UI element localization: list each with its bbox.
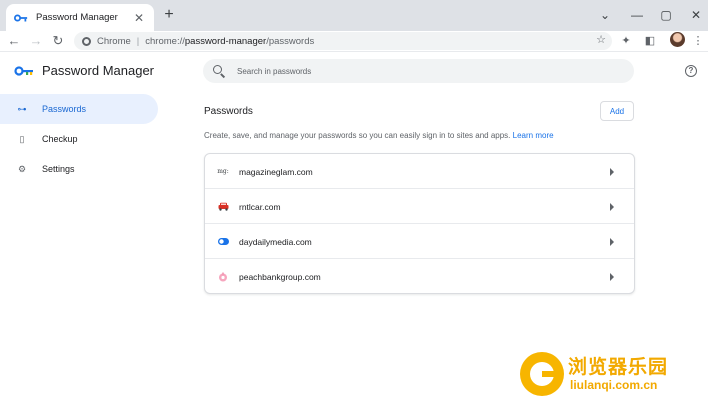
sidebar-item-label: Settings <box>42 164 75 174</box>
watermark-logo-icon <box>520 352 564 396</box>
menu-icon[interactable]: ⋮ <box>690 33 706 49</box>
url-scheme: chrome:// <box>145 35 185 47</box>
page-title: Password Manager <box>42 63 154 78</box>
sidebar-item-settings[interactable]: ⚙ Settings <box>0 154 158 184</box>
description: Create, save, and manage your passwords … <box>204 131 554 140</box>
bookmark-star-icon[interactable]: ☆ <box>596 33 606 46</box>
mg-favicon-icon: mg: <box>217 168 229 175</box>
minimize-button[interactable]: — <box>628 6 646 24</box>
list-item[interactable]: daydailymedia.com <box>205 224 634 259</box>
new-tab-button[interactable]: + <box>160 6 178 24</box>
gear-icon: ⚙ <box>17 163 27 174</box>
omnibox-url: chrome://password-manager/passwords <box>145 36 314 47</box>
extensions-icon[interactable]: ✦ <box>618 33 634 49</box>
maximize-button[interactable]: ▢ <box>657 6 675 24</box>
search-icon <box>213 65 225 77</box>
list-item[interactable]: rntlcar.com <box>205 189 634 224</box>
list-item[interactable]: peachbankgroup.com <box>205 259 634 294</box>
toggle-favicon-icon <box>217 236 229 248</box>
tab-strip: Password Manager ✕ + ⌄ — ▢ ✕ <box>0 0 708 31</box>
toolbar-divider <box>0 51 708 52</box>
address-bar[interactable]: Chrome | chrome://password-manager/passw… <box>74 32 612 50</box>
watermark: 浏览器乐园 liulanqi.com.cn <box>520 350 708 399</box>
key-icon: ⊶ <box>17 103 27 114</box>
add-password-button[interactable]: Add <box>600 101 634 121</box>
url-host: password-manager <box>184 35 267 47</box>
browser-toolbar: ← → ↻ Chrome | chrome://password-manager… <box>0 31 708 51</box>
side-panel-icon[interactable]: ◧ <box>642 33 658 49</box>
url-path: /passwords <box>266 35 315 47</box>
sidebar-item-checkup[interactable]: ▯ Checkup <box>0 124 158 154</box>
site-name: peachbankgroup.com <box>239 271 321 282</box>
description-text: Create, save, and manage your passwords … <box>204 131 511 140</box>
peach-favicon-icon <box>217 271 229 283</box>
site-name: rntlcar.com <box>239 201 281 212</box>
tab-password-manager[interactable]: Password Manager ✕ <box>6 4 154 31</box>
tab-search-icon[interactable]: ⌄ <box>596 6 614 24</box>
car-favicon-icon <box>217 201 229 213</box>
sidebar-item-passwords[interactable]: ⊶ Passwords <box>0 94 158 124</box>
reload-button[interactable]: ↻ <box>50 33 66 49</box>
password-manager-logo-icon <box>14 66 33 76</box>
site-name: magazineglam.com <box>239 166 313 177</box>
back-button[interactable]: ← <box>6 33 22 49</box>
avatar[interactable] <box>670 32 685 47</box>
sidebar-item-label: Checkup <box>42 134 78 144</box>
chevron-right-icon[interactable] <box>610 167 614 176</box>
checkup-icon: ▯ <box>19 133 25 144</box>
watermark-en: liulanqi.com.cn <box>570 378 658 392</box>
chevron-right-icon[interactable] <box>610 237 614 246</box>
search-input[interactable] <box>237 66 617 76</box>
forward-button[interactable]: → <box>28 33 44 49</box>
chrome-icon <box>82 36 91 46</box>
chevron-right-icon[interactable] <box>610 202 614 211</box>
sidebar-item-label: Passwords <box>42 104 87 114</box>
close-window-button[interactable]: ✕ <box>687 6 705 24</box>
tab-title: Password Manager <box>36 12 118 23</box>
section-title: Passwords <box>204 106 253 117</box>
omnibox-chrome-label: Chrome <box>97 35 131 47</box>
learn-more-link[interactable]: Learn more <box>513 131 554 140</box>
password-list: mg: magazineglam.com rntlcar.com daydail… <box>204 153 635 294</box>
key-icon <box>14 14 28 21</box>
watermark-cn: 浏览器乐园 <box>568 356 669 378</box>
omnibox-separator: | <box>136 35 140 47</box>
help-icon[interactable]: ? <box>685 65 697 77</box>
chevron-right-icon[interactable] <box>610 272 614 281</box>
list-item[interactable]: mg: magazineglam.com <box>205 154 634 189</box>
site-name: daydailymedia.com <box>239 236 312 247</box>
search-bar[interactable] <box>203 59 634 83</box>
tab-close-icon[interactable]: ✕ <box>132 11 146 25</box>
